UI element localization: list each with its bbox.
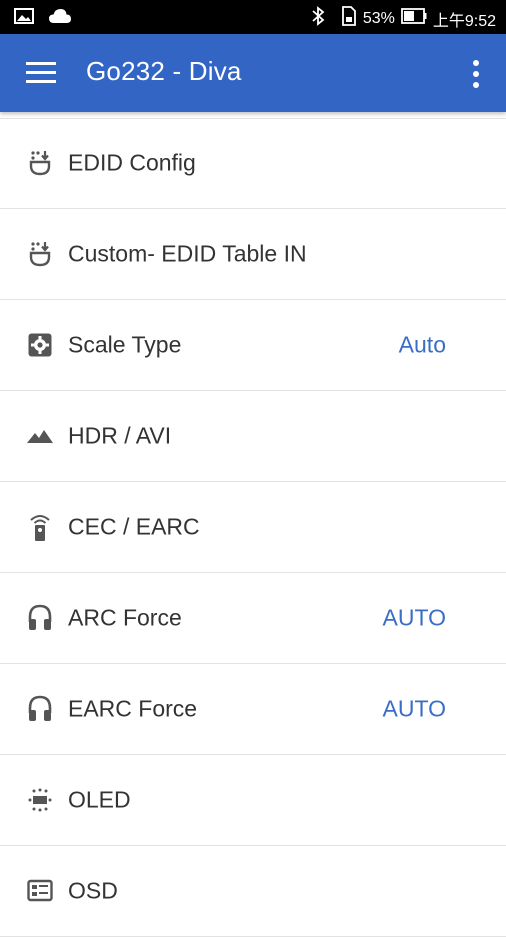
- item-label: CEC / EARC: [68, 513, 200, 540]
- list-item-custom-edid-table[interactable]: Custom- EDID Table IN: [0, 209, 506, 300]
- remote-icon: [26, 513, 54, 541]
- item-value: AUTO: [382, 695, 446, 722]
- menu-icon[interactable]: [24, 60, 58, 86]
- list-item-hdr-avi[interactable]: HDR / AVI: [0, 391, 506, 482]
- battery-icon: [400, 8, 427, 29]
- app-bar: Go232 - Diva: [0, 34, 506, 112]
- item-label: HDR / AVI: [68, 422, 172, 449]
- mountains-icon: [26, 422, 54, 450]
- settings-box-icon: [26, 331, 54, 359]
- item-label: Custom- EDID Table IN: [68, 240, 307, 267]
- item-label: ARC Force: [68, 604, 182, 631]
- list-item-cec-earc[interactable]: CEC / EARC: [0, 482, 506, 573]
- settings-list: EDID Config Custom- EDID Table IN Scale …: [0, 118, 506, 937]
- app-title: Go232 - Diva: [86, 56, 242, 86]
- display-dots-icon: [26, 786, 54, 814]
- list-item-arc-force[interactable]: ARC Force AUTO: [0, 573, 506, 664]
- clock: 上午9:52: [432, 12, 496, 30]
- edid-download-icon: [26, 240, 54, 268]
- item-label: EDID Config: [68, 149, 196, 176]
- item-label: OSD: [68, 877, 118, 904]
- item-value: Auto: [398, 331, 446, 358]
- cloud-icon: [48, 8, 72, 29]
- item-label: Scale Type: [68, 331, 182, 358]
- item-value: AUTO: [382, 604, 446, 631]
- sim-icon: [341, 6, 357, 31]
- list-item-oled[interactable]: OLED: [0, 755, 506, 846]
- bluetooth-icon: [311, 6, 325, 31]
- item-label: EARC Force: [68, 695, 198, 722]
- list-item-earc-force[interactable]: EARC Force AUTO: [0, 664, 506, 755]
- item-label: OLED: [68, 786, 131, 813]
- list-item-edid-config[interactable]: EDID Config: [0, 118, 506, 209]
- headphones-icon: [26, 695, 54, 723]
- list-item-scale-type[interactable]: Scale Type Auto: [0, 300, 506, 391]
- more-vert-icon[interactable]: [468, 58, 484, 90]
- status-bar: 53% 上午9:52: [0, 0, 506, 34]
- list-item-osd[interactable]: OSD: [0, 846, 506, 937]
- osd-icon: [26, 877, 54, 905]
- edid-download-icon: [26, 149, 54, 177]
- headphones-icon: [26, 604, 54, 632]
- image-icon: [14, 8, 34, 29]
- battery-percent: 53%: [362, 9, 395, 27]
